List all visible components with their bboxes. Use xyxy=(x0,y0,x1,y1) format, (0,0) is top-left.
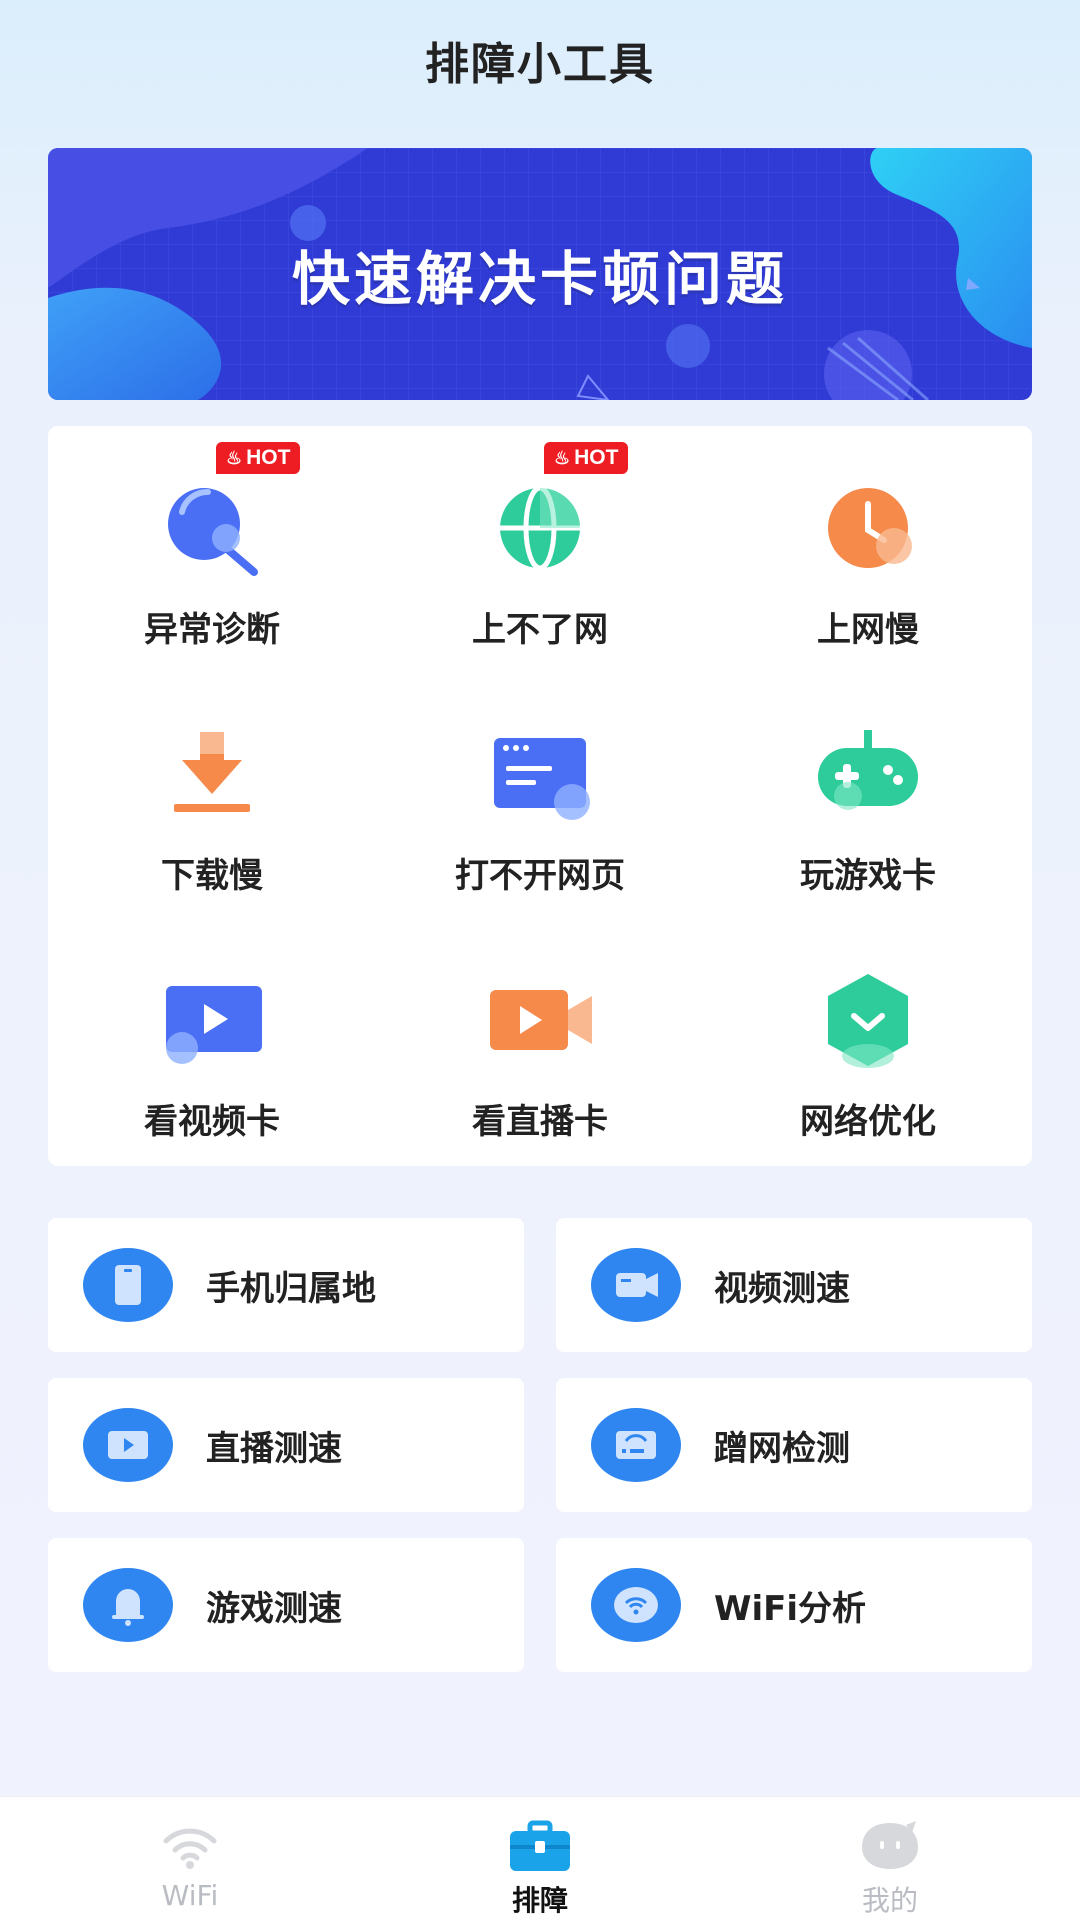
grid-item-game-lag[interactable]: 玩游戏卡 xyxy=(704,672,1032,918)
phone-icon xyxy=(82,1247,174,1323)
grid-item-label: 异常诊断 xyxy=(144,610,280,650)
live-camera-icon xyxy=(480,960,600,1080)
grid-item-video-lag[interactable]: 看视频卡 xyxy=(48,918,376,1164)
tool-label: 蹭网检测 xyxy=(714,1428,850,1469)
nav-label: 我的 xyxy=(861,1884,918,1917)
wifi-icon xyxy=(158,1819,222,1873)
nav-tab-wifi[interactable]: WiFi xyxy=(90,1797,290,1921)
grid-item-network-optimize[interactable]: 网络优化 xyxy=(704,918,1032,1164)
grid-item-label: 上网慢 xyxy=(817,610,919,650)
tool-label: WiFi分析 xyxy=(714,1588,867,1629)
gamepad-icon xyxy=(808,714,928,834)
grid-item-label: 打不开网页 xyxy=(455,856,625,896)
nav-tab-troubleshoot[interactable]: 排障 xyxy=(440,1797,640,1921)
game-bell-icon xyxy=(82,1567,174,1643)
hot-badge: ♨ HOT xyxy=(216,442,301,474)
tool-freeloader-detect[interactable]: 蹭网检测 xyxy=(556,1378,1032,1512)
flame-icon: ♨ xyxy=(226,447,243,468)
tool-label: 视频测速 xyxy=(714,1268,850,1309)
tool-live-speed[interactable]: 直播测速 xyxy=(48,1378,524,1512)
wifi-icon xyxy=(590,1567,682,1643)
flame-icon: ♨ xyxy=(554,447,571,468)
tool-label: 游戏测速 xyxy=(206,1588,342,1629)
grid-item-live-lag[interactable]: 看直播卡 xyxy=(376,918,704,1164)
bottom-nav: WiFi 排障 我的 xyxy=(0,1796,1080,1921)
hot-badge: ♨ HOT xyxy=(544,442,629,474)
grid-item-label: 玩游戏卡 xyxy=(800,856,936,896)
tool-video-speed[interactable]: 视频测速 xyxy=(556,1218,1032,1352)
grid-item-label: 看视频卡 xyxy=(144,1102,280,1142)
tool-wifi-analysis[interactable]: WiFi分析 xyxy=(556,1538,1032,1672)
banner-headline: 快速解决卡顿问题 xyxy=(291,245,788,313)
tool-phone-location[interactable]: 手机归属地 xyxy=(48,1218,524,1352)
tool-label: 直播测速 xyxy=(206,1428,342,1469)
clock-icon xyxy=(808,468,928,588)
router-icon xyxy=(590,1407,682,1483)
promo-banner[interactable]: 快速解决卡顿问题 xyxy=(48,148,1032,400)
nav-label: 排障 xyxy=(511,1884,568,1917)
diagnosis-icon: ♨ HOT xyxy=(152,442,301,588)
grid-item-label: 下载慢 xyxy=(161,856,263,896)
grid-item-no-internet[interactable]: ♨ HOT 上不了网 xyxy=(376,426,704,672)
download-icon xyxy=(152,714,272,834)
profile-face-icon xyxy=(858,1819,922,1873)
grid-item-abnormal-diagnosis[interactable]: ♨ HOT 异常诊断 xyxy=(48,426,376,672)
tool-game-speed[interactable]: 游戏测速 xyxy=(48,1538,524,1672)
grid-item-slow-internet[interactable]: 上网慢 xyxy=(704,426,1032,672)
page-title: 排障小工具 xyxy=(425,39,655,90)
grid-item-slow-download[interactable]: 下载慢 xyxy=(48,672,376,918)
grid-item-label: 看直播卡 xyxy=(472,1102,608,1142)
nav-label: WiFi xyxy=(161,1879,219,1912)
video-camera-icon xyxy=(590,1247,682,1323)
toolbox-icon xyxy=(508,1819,572,1873)
diagnosis-grid: ♨ HOT 异常诊断 ♨ HOT 上不了网 上网慢 下载慢 打不开网页 玩游戏卡… xyxy=(48,426,1032,1166)
globe-icon: ♨ HOT xyxy=(480,442,629,588)
grid-item-label: 网络优化 xyxy=(800,1102,936,1142)
shield-optimize-icon xyxy=(808,960,928,1080)
video-play-icon xyxy=(152,960,272,1080)
live-play-icon xyxy=(82,1407,174,1483)
grid-item-webpage-fail[interactable]: 打不开网页 xyxy=(376,672,704,918)
grid-item-label: 上不了网 xyxy=(472,610,608,650)
nav-tab-mine[interactable]: 我的 xyxy=(790,1797,990,1921)
tool-label: 手机归属地 xyxy=(206,1268,376,1309)
webpage-icon xyxy=(480,714,600,834)
